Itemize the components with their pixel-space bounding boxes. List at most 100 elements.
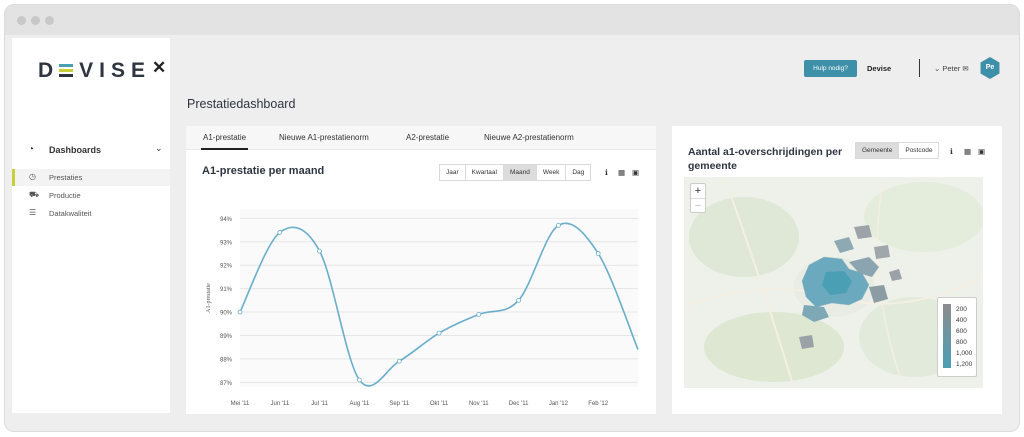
map-toggle: Gemeente Postcode bbox=[855, 142, 940, 159]
x-tick-label: Nov '11 bbox=[469, 401, 489, 407]
map-legend: 200 400 600 800 1,000 1,200 bbox=[937, 297, 977, 377]
x-tick-label: Aug '11 bbox=[350, 401, 370, 407]
sidebar-section-dashboards[interactable]: ◔ Dashboards ⌄ bbox=[12, 138, 170, 164]
browser-window: D VISE ✕ ◔ Dashboards ⌄ ◷ Prestaties ⛟ Pr… bbox=[4, 4, 1020, 432]
y-tick-label: 92% bbox=[220, 264, 233, 270]
map-region bbox=[874, 245, 890, 259]
x-tick-label: Sep '11 bbox=[389, 401, 409, 407]
legend-label: 200 bbox=[956, 306, 967, 313]
table-icon[interactable]: ▦ bbox=[964, 147, 971, 156]
window-minimize-dot[interactable] bbox=[31, 16, 40, 25]
y-tick-label: 93% bbox=[220, 240, 233, 246]
window-titlebar bbox=[5, 5, 1019, 35]
x-tick-label: Jul '11 bbox=[311, 401, 328, 407]
y-tick-label: 89% bbox=[220, 334, 233, 340]
user-name: Peter bbox=[942, 64, 961, 73]
toggle-postcode[interactable]: Postcode bbox=[899, 143, 939, 158]
table-icon[interactable]: ▦ bbox=[618, 168, 625, 177]
legend-label: 1,200 bbox=[956, 361, 973, 368]
x-tick-label: Jun '11 bbox=[270, 401, 289, 407]
image-icon[interactable]: ▣ bbox=[632, 168, 639, 177]
plot-background bbox=[240, 209, 638, 387]
logo-e-mark bbox=[59, 64, 74, 78]
clock-icon: ◷ bbox=[29, 172, 36, 181]
legend-gradient bbox=[943, 304, 951, 368]
help-button[interactable]: Hulp nodig? bbox=[804, 60, 857, 77]
data-point bbox=[555, 222, 561, 228]
data-point bbox=[516, 297, 522, 303]
info-icon[interactable]: ℹ bbox=[605, 168, 608, 177]
sidebar-section-label: Dashboards bbox=[49, 145, 102, 155]
zoom-control: + − bbox=[690, 183, 706, 213]
map-panel: Aantal a1-overschrijdingen per gemeente … bbox=[672, 126, 1002, 414]
legend-label: 800 bbox=[956, 339, 967, 346]
tab-nieuwe-a2-prestatienorm[interactable]: Nieuwe A2-prestatienorm bbox=[484, 133, 574, 142]
x-tick-label: Dec '11 bbox=[509, 401, 529, 407]
x-tick-label: Jan '12 bbox=[549, 401, 569, 407]
tab-bar: A1-prestatie Nieuwe A1-prestatienorm A2-… bbox=[186, 126, 656, 150]
data-point bbox=[237, 309, 243, 315]
a1-line-chart: 87% 88% 89% 90% 91% 92% 93% 94% Mei '11 Jun '11 Ju… bbox=[206, 209, 639, 407]
y-axis-label: A1-prestatie bbox=[206, 283, 212, 313]
data-point bbox=[356, 377, 362, 383]
map-region bbox=[889, 269, 902, 281]
user-menu[interactable]: ⌄ Peter ✉ bbox=[934, 64, 969, 73]
choropleth-map[interactable]: + − 200 400 600 800 1,000 1,200 bbox=[684, 177, 983, 388]
period-button-week[interactable]: Week bbox=[536, 165, 567, 180]
zoom-out-button[interactable]: − bbox=[691, 198, 705, 212]
data-point bbox=[277, 230, 283, 235]
info-icon[interactable]: ℹ bbox=[950, 147, 953, 156]
sidebar-item-label: Prestaties bbox=[49, 173, 83, 182]
map-region bbox=[834, 237, 854, 253]
close-icon[interactable]: ✕ bbox=[152, 58, 166, 78]
sidebar: D VISE ✕ ◔ Dashboards ⌄ ◷ Prestaties ⛟ Pr… bbox=[12, 38, 170, 413]
sidebar-item-datakwaliteit[interactable]: ☰ Datakwaliteit bbox=[12, 205, 170, 222]
sidebar-item-label: Productie bbox=[49, 191, 81, 200]
x-tick-label: Mei '11 bbox=[231, 401, 250, 407]
devise-logo: D VISE bbox=[38, 59, 152, 82]
legend-label: 600 bbox=[956, 328, 967, 335]
org-link[interactable]: Devise bbox=[867, 64, 891, 73]
map-region bbox=[869, 285, 888, 303]
tab-a1-prestatie[interactable]: A1-prestatie bbox=[200, 133, 249, 150]
legend-label: 400 bbox=[956, 317, 967, 324]
mail-icon: ✉ bbox=[960, 64, 969, 73]
data-point bbox=[317, 248, 322, 254]
tab-nieuwe-a1-prestatienorm[interactable]: Nieuwe A1-prestatienorm bbox=[279, 133, 369, 142]
performance-panel: A1-prestatie Nieuwe A1-prestatienorm A2-… bbox=[186, 126, 656, 414]
y-tick-label: 88% bbox=[220, 357, 233, 363]
data-point bbox=[476, 311, 482, 317]
list-icon: ☰ bbox=[29, 208, 37, 217]
sidebar-item-prestaties[interactable]: ◷ Prestaties bbox=[12, 169, 170, 186]
x-tick-label: Okt '11 bbox=[430, 401, 449, 407]
data-point bbox=[436, 330, 442, 336]
window-close-dot[interactable] bbox=[17, 16, 26, 25]
y-tick-label: 90% bbox=[220, 311, 233, 317]
x-tick-label: Feb '12 bbox=[588, 401, 608, 407]
period-button-dag[interactable]: Dag bbox=[566, 165, 591, 180]
sidebar-item-productie[interactable]: ⛟ Productie bbox=[12, 187, 170, 204]
period-button-maand[interactable]: Maand bbox=[503, 165, 537, 180]
data-point bbox=[595, 251, 601, 256]
chart-title: A1-prestatie per maand bbox=[202, 165, 325, 177]
truck-icon: ⛟ bbox=[29, 190, 40, 199]
tab-a2-prestatie[interactable]: A2-prestatie bbox=[406, 133, 449, 142]
period-button-jaar[interactable]: Jaar bbox=[440, 165, 466, 180]
sidebar-item-label: Datakwaliteit bbox=[49, 209, 92, 218]
header-divider bbox=[919, 59, 920, 77]
avatar[interactable]: Pe bbox=[980, 57, 1000, 79]
zoom-in-button[interactable]: + bbox=[691, 184, 705, 198]
y-tick-label: 94% bbox=[220, 217, 233, 223]
period-button-kwartaal[interactable]: Kwartaal bbox=[465, 165, 504, 180]
map-title: Aantal a1-overschrijdingen per gemeente bbox=[688, 146, 843, 172]
map-region bbox=[854, 225, 872, 239]
toggle-gemeente[interactable]: Gemeente bbox=[856, 143, 900, 158]
period-selector: Jaar Kwartaal Maand Week Dag bbox=[439, 164, 592, 181]
window-maximize-dot[interactable] bbox=[45, 16, 54, 25]
legend-label: 1,000 bbox=[956, 350, 973, 357]
dashboard-icon: ◔ bbox=[28, 144, 35, 155]
page-title: Prestatiedashboard bbox=[187, 97, 296, 111]
y-tick-label: 91% bbox=[220, 287, 233, 293]
data-point bbox=[396, 358, 402, 364]
image-icon[interactable]: ▣ bbox=[978, 147, 985, 156]
